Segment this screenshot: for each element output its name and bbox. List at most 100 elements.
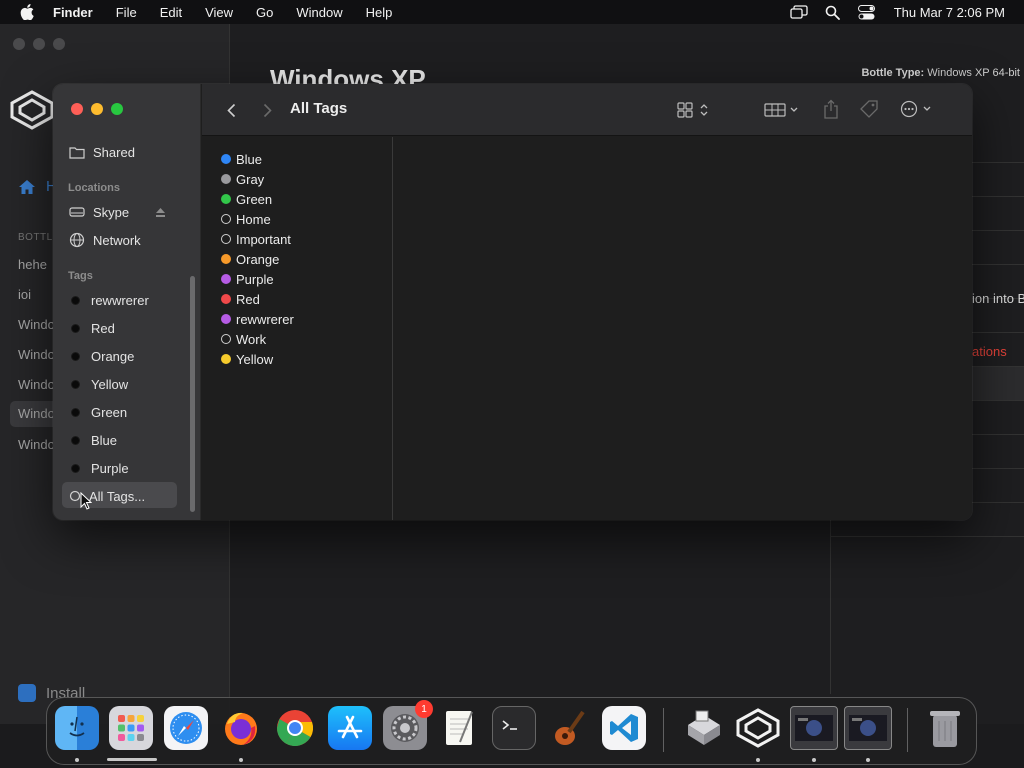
apple-menu-icon[interactable] <box>19 4 35 20</box>
tag-dot-icon <box>71 295 80 305</box>
sidebar-tag-rewwrerer[interactable]: rewwrerer <box>69 290 149 310</box>
tag-dot-icon <box>71 351 80 361</box>
tag-list-item[interactable]: Work <box>221 329 294 349</box>
screen-mirroring-icon[interactable] <box>790 4 808 20</box>
sidebar-tag-orange[interactable]: Orange <box>69 346 134 366</box>
tag-list-item[interactable]: rewwrerer <box>221 309 294 329</box>
dock-garageband-icon[interactable] <box>547 706 591 750</box>
bg-bottle-item[interactable]: hehe <box>18 257 47 272</box>
group-grid-icon <box>764 103 798 117</box>
tag-list-item[interactable]: Gray <box>221 169 294 189</box>
column-divider[interactable] <box>392 137 393 520</box>
menu-bar: Finder File Edit View Go Window Help Thu… <box>0 0 1024 24</box>
bg-panel-warning-text[interactable]: ations <box>972 344 1007 359</box>
running-indicator <box>75 758 79 762</box>
tag-button[interactable] <box>858 98 880 120</box>
dock-app-store-icon[interactable] <box>328 706 372 750</box>
notification-badge: 1 <box>415 700 433 718</box>
tag-dot-icon <box>71 379 80 389</box>
dock-chrome-icon[interactable] <box>273 706 317 750</box>
sidebar-tag-purple[interactable]: Purple <box>69 458 129 478</box>
bg-bottle-type: Bottle Type: Windows XP 64-bit <box>861 67 1020 79</box>
bg-close-button[interactable] <box>13 38 25 50</box>
running-indicator <box>239 758 243 762</box>
tag-list-item-label: Yellow <box>236 351 274 367</box>
dock-disk-utility-icon[interactable] <box>681 706 725 750</box>
sidebar-item-label: Shared <box>93 144 135 160</box>
menu-clock[interactable]: Thu Mar 7 2:06 PM <box>894 5 1005 20</box>
tag-list-item[interactable]: Yellow <box>221 349 294 369</box>
tag-color-dot-icon <box>221 234 231 244</box>
tag-list-item[interactable]: Orange <box>221 249 294 269</box>
dock-vscode-icon[interactable] <box>602 706 646 750</box>
minimize-button[interactable] <box>91 103 103 115</box>
sidebar-tag-blue[interactable]: Blue <box>69 430 117 450</box>
dock-textedit-icon[interactable] <box>438 706 482 750</box>
close-button[interactable] <box>71 103 83 115</box>
sidebar-item-label: Orange <box>91 348 135 364</box>
sidebar-item-shared[interactable]: Shared <box>69 142 135 162</box>
dock-minimized-window-icon[interactable] <box>844 706 892 750</box>
bg-minimize-button[interactable] <box>33 38 45 50</box>
chevron-right-icon <box>263 103 272 117</box>
dock-separator <box>907 708 908 752</box>
share-button[interactable] <box>820 98 842 120</box>
tag-icon <box>860 100 878 118</box>
tag-list-item-label: Blue <box>236 151 263 167</box>
tag-list-item[interactable]: Important <box>221 229 294 249</box>
dock-finder-icon[interactable] <box>55 706 99 750</box>
chevron-left-icon <box>226 103 235 117</box>
bg-bottle-item[interactable]: ioi <box>18 287 31 302</box>
bg-panel-row[interactable] <box>831 536 1024 570</box>
dock-system-settings-icon[interactable]: 1 <box>383 700 433 750</box>
dock-firefox-icon[interactable] <box>219 706 263 750</box>
finder-toolbar: All Tags <box>202 84 972 136</box>
dock-safari-icon[interactable] <box>164 706 208 750</box>
whisky-logo-icon <box>10 90 54 130</box>
back-button[interactable] <box>222 100 240 120</box>
house-icon <box>19 179 35 194</box>
tag-list-item[interactable]: Home <box>221 209 294 229</box>
sidebar-item-network[interactable]: Network <box>69 230 141 250</box>
menu-help[interactable]: Help <box>366 5 393 20</box>
tag-list-item-label: Work <box>236 331 267 347</box>
menu-file[interactable]: File <box>116 5 137 20</box>
spotlight-search-icon[interactable] <box>824 4 842 20</box>
control-center-icon[interactable] <box>858 4 876 20</box>
tag-list-item-label: Green <box>236 191 273 207</box>
window-title: All Tags <box>290 100 348 117</box>
sidebar-scrollbar[interactable] <box>190 276 195 512</box>
menu-go[interactable]: Go <box>256 5 273 20</box>
forward-button[interactable] <box>258 100 276 120</box>
dock-whisky-icon[interactable] <box>736 706 780 750</box>
sidebar-tag-green[interactable]: Green <box>69 402 127 422</box>
view-mode-button[interactable] <box>676 100 712 120</box>
finder-sidebar: Shared Locations Skype Network Tags reww… <box>53 84 201 520</box>
bg-zoom-button[interactable] <box>53 38 65 50</box>
dock-separator <box>663 708 664 752</box>
menu-app-name[interactable]: Finder <box>53 5 93 20</box>
tag-list-item-label: Gray <box>236 171 265 187</box>
action-menu-button[interactable] <box>900 99 936 119</box>
zoom-button[interactable] <box>111 103 123 115</box>
eject-icon[interactable] <box>155 206 166 221</box>
tag-list-item-label: Red <box>236 291 260 307</box>
tag-list-item[interactable]: Blue <box>221 149 294 169</box>
tag-dot-icon <box>71 323 80 333</box>
dock-minimized-window-icon[interactable] <box>790 706 838 750</box>
dock-launchpad-icon[interactable] <box>109 706 153 750</box>
menu-window[interactable]: Window <box>296 5 342 20</box>
tag-list-item[interactable]: Red <box>221 289 294 309</box>
dock-trash-icon[interactable] <box>923 706 967 750</box>
shared-folder-icon <box>69 146 85 159</box>
menu-edit[interactable]: Edit <box>160 5 182 20</box>
sidebar-tag-yellow[interactable]: Yellow <box>69 374 128 394</box>
sidebar-item-skype[interactable]: Skype <box>69 202 129 222</box>
sidebar-tag-red[interactable]: Red <box>69 318 115 338</box>
dock-terminal-icon[interactable] <box>492 706 536 750</box>
group-button[interactable] <box>764 100 802 120</box>
tag-list-item[interactable]: Green <box>221 189 294 209</box>
tag-color-dot-icon <box>221 314 231 324</box>
tag-list-item[interactable]: Purple <box>221 269 294 289</box>
menu-view[interactable]: View <box>205 5 233 20</box>
